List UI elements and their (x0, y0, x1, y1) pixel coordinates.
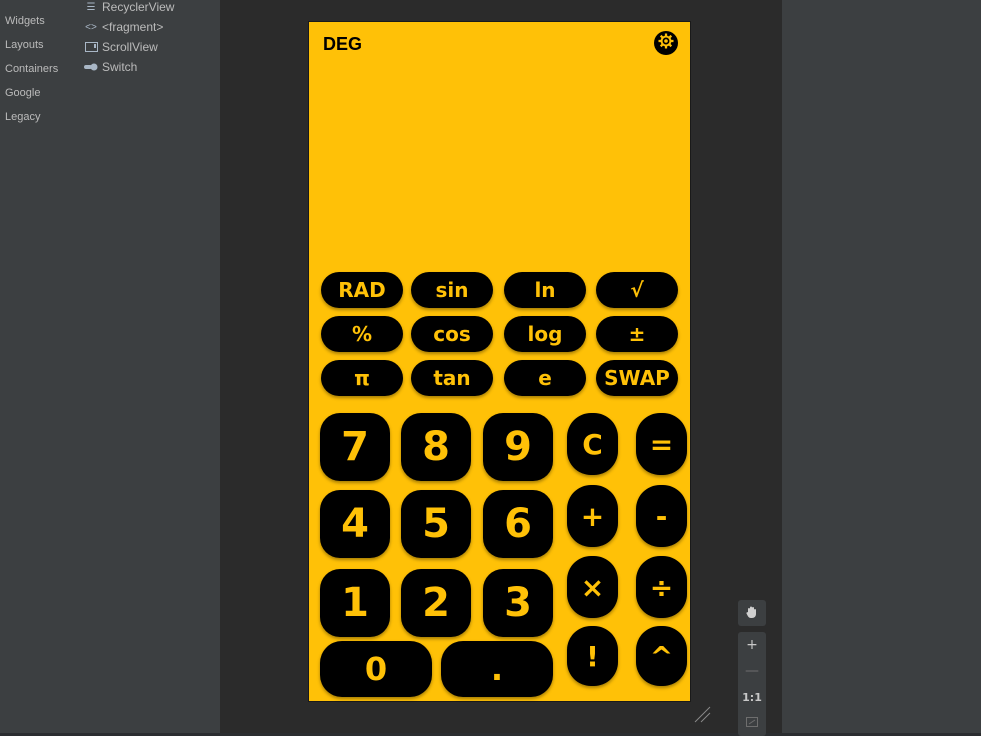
e-button[interactable]: e (504, 360, 586, 396)
percent-button[interactable]: % (321, 316, 403, 352)
angle-mode-label: DEG (323, 34, 363, 54)
decimal-point-button[interactable]: . (441, 641, 553, 697)
category-containers[interactable]: Containers (5, 63, 58, 75)
cos-button[interactable]: cos (411, 316, 493, 352)
actual-size-button[interactable]: 1:1 (738, 684, 766, 710)
digit-0-button[interactable]: 0 (320, 641, 432, 697)
calculator-preview[interactable]: DEG RAD sin ln √ % cos log ± π tan e SWA… (309, 22, 690, 701)
palette-item-recyclerview[interactable]: ☰ RecyclerView (84, 0, 175, 14)
palette-categories: Widgets Layouts Containers Google Legacy (0, 0, 72, 733)
digit-7-button[interactable]: 7 (320, 413, 390, 481)
plus-button[interactable]: + (567, 485, 618, 547)
divide-button[interactable]: ÷ (636, 556, 687, 618)
plus-minus-button[interactable]: ± (596, 316, 678, 352)
digit-3-button[interactable]: 3 (483, 569, 553, 637)
palette-item-fragment[interactable]: <> <fragment> (84, 20, 163, 34)
category-layouts[interactable]: Layouts (5, 39, 44, 51)
palette-item-label: RecyclerView (102, 0, 175, 14)
log-button[interactable]: log (504, 316, 586, 352)
zoom-controls: + — 1:1 (738, 632, 766, 736)
zoom-out-button[interactable]: — (738, 658, 766, 684)
digit-5-button[interactable]: 5 (401, 490, 471, 558)
hand-icon (745, 605, 759, 622)
digit-9-button[interactable]: 9 (483, 413, 553, 481)
pan-button[interactable] (738, 600, 766, 626)
digit-6-button[interactable]: 6 (483, 490, 553, 558)
pi-button[interactable]: π (321, 360, 403, 396)
scrollview-icon (84, 41, 98, 53)
palette-item-scrollview[interactable]: ScrollView (84, 40, 158, 54)
equals-button[interactable]: = (636, 413, 687, 475)
palette-item-label: <fragment> (102, 20, 164, 34)
rad-button[interactable]: RAD (321, 272, 403, 308)
digit-1-button[interactable]: 1 (320, 569, 390, 637)
digit-4-button[interactable]: 4 (320, 490, 390, 558)
clear-button[interactable]: C (567, 413, 618, 475)
multiply-button[interactable]: × (567, 556, 618, 618)
code-icon: <> (85, 21, 97, 33)
category-google[interactable]: Google (5, 87, 40, 99)
palette-item-label: Switch (102, 60, 138, 74)
category-widgets[interactable]: Widgets (5, 15, 45, 27)
gear-icon (657, 32, 675, 54)
switch-icon (84, 61, 98, 73)
attributes-panel (781, 0, 981, 733)
list-icon: ☰ (86, 1, 96, 13)
settings-button[interactable] (654, 31, 678, 55)
tan-button[interactable]: tan (411, 360, 493, 396)
zoom-toolbar: + — 1:1 (738, 600, 766, 736)
minus-button[interactable]: - (636, 485, 687, 547)
power-button[interactable]: ^ (636, 626, 687, 686)
resize-handle-icon[interactable] (693, 705, 711, 723)
swap-button[interactable]: SWAP (596, 360, 678, 396)
fit-screen-icon (746, 715, 758, 731)
palette-item-switch[interactable]: Switch (84, 60, 137, 74)
ln-button[interactable]: ln (504, 272, 586, 308)
fit-screen-button[interactable] (738, 710, 766, 736)
digit-2-button[interactable]: 2 (401, 569, 471, 637)
sin-button[interactable]: sin (411, 272, 493, 308)
palette-item-label: ScrollView (102, 40, 158, 54)
zoom-in-button[interactable]: + (738, 632, 766, 658)
palette-items: ☰ RecyclerView <> <fragment> ScrollView … (72, 0, 220, 733)
factorial-button[interactable]: ! (567, 626, 618, 686)
sqrt-button[interactable]: √ (596, 272, 678, 308)
digit-8-button[interactable]: 8 (401, 413, 471, 481)
category-legacy[interactable]: Legacy (5, 111, 40, 123)
